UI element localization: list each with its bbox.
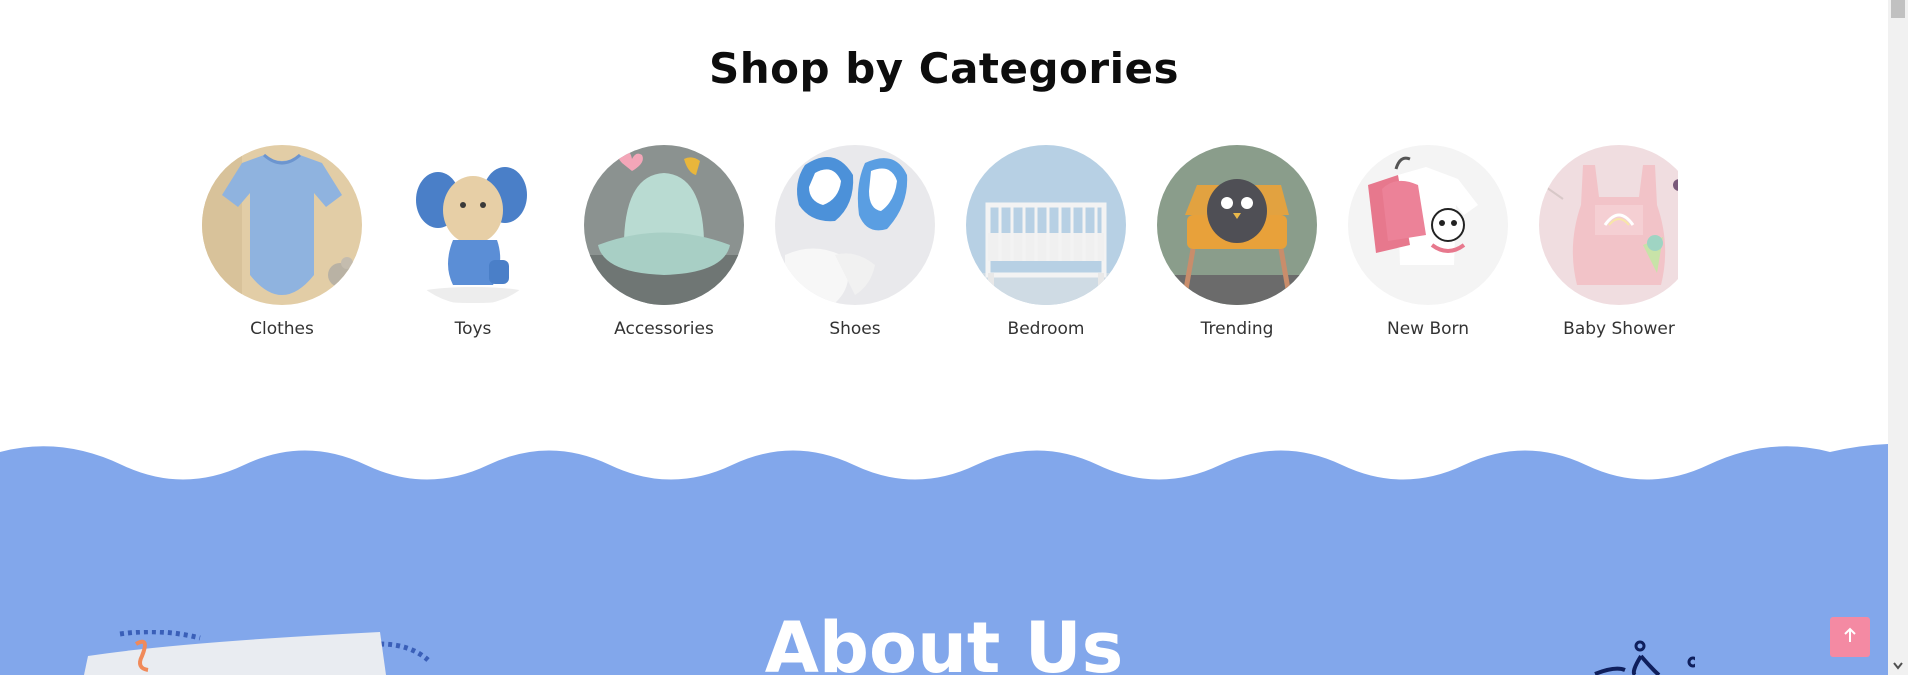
arrow-up-icon	[1841, 626, 1859, 648]
category-accessories-image[interactable]	[584, 145, 744, 305]
category-trending[interactable]: Trending	[1157, 145, 1317, 339]
category-label[interactable]: Clothes	[202, 319, 362, 339]
category-trending-image[interactable]	[1157, 145, 1317, 305]
category-baby-shower[interactable]: Baby Shower	[1539, 145, 1678, 339]
category-label[interactable]: Accessories	[584, 319, 744, 339]
category-clothes[interactable]: Clothes	[202, 145, 362, 339]
vertical-scrollbar[interactable]	[1888, 0, 1908, 675]
scrollbar-thumb[interactable]	[1891, 0, 1905, 18]
scroll-down-arrow-icon[interactable]	[1888, 659, 1908, 673]
category-bedroom-image[interactable]	[966, 145, 1126, 305]
category-bedroom[interactable]: Bedroom	[966, 145, 1126, 339]
category-clothes-image[interactable]	[202, 145, 362, 305]
page: Shop by Categories Clothes Toys Accessor…	[0, 0, 1888, 675]
wave-divider	[0, 444, 1888, 500]
category-baby-shower-image[interactable]	[1539, 145, 1678, 305]
category-label[interactable]: Shoes	[775, 319, 935, 339]
scroll-to-top-button[interactable]	[1830, 617, 1870, 657]
category-accessories[interactable]: Accessories	[584, 145, 744, 339]
category-label[interactable]: Baby Shower	[1539, 319, 1678, 339]
category-shoes-image[interactable]	[775, 145, 935, 305]
category-label[interactable]: New Born	[1348, 319, 1508, 339]
section-title: Shop by Categories	[709, 44, 1179, 93]
category-label[interactable]: Trending	[1157, 319, 1317, 339]
category-carousel: Clothes Toys Accessories Shoes Bedroom T…	[202, 145, 1678, 345]
category-toys-image[interactable]	[393, 145, 553, 305]
category-label[interactable]: Bedroom	[966, 319, 1126, 339]
category-new-born-image[interactable]	[1348, 145, 1508, 305]
category-label[interactable]: Toys	[393, 319, 553, 339]
category-toys[interactable]: Toys	[393, 145, 553, 339]
category-shoes[interactable]: Shoes	[775, 145, 935, 339]
category-new-born[interactable]: New Born	[1348, 145, 1508, 339]
about-title: About Us	[764, 607, 1124, 675]
